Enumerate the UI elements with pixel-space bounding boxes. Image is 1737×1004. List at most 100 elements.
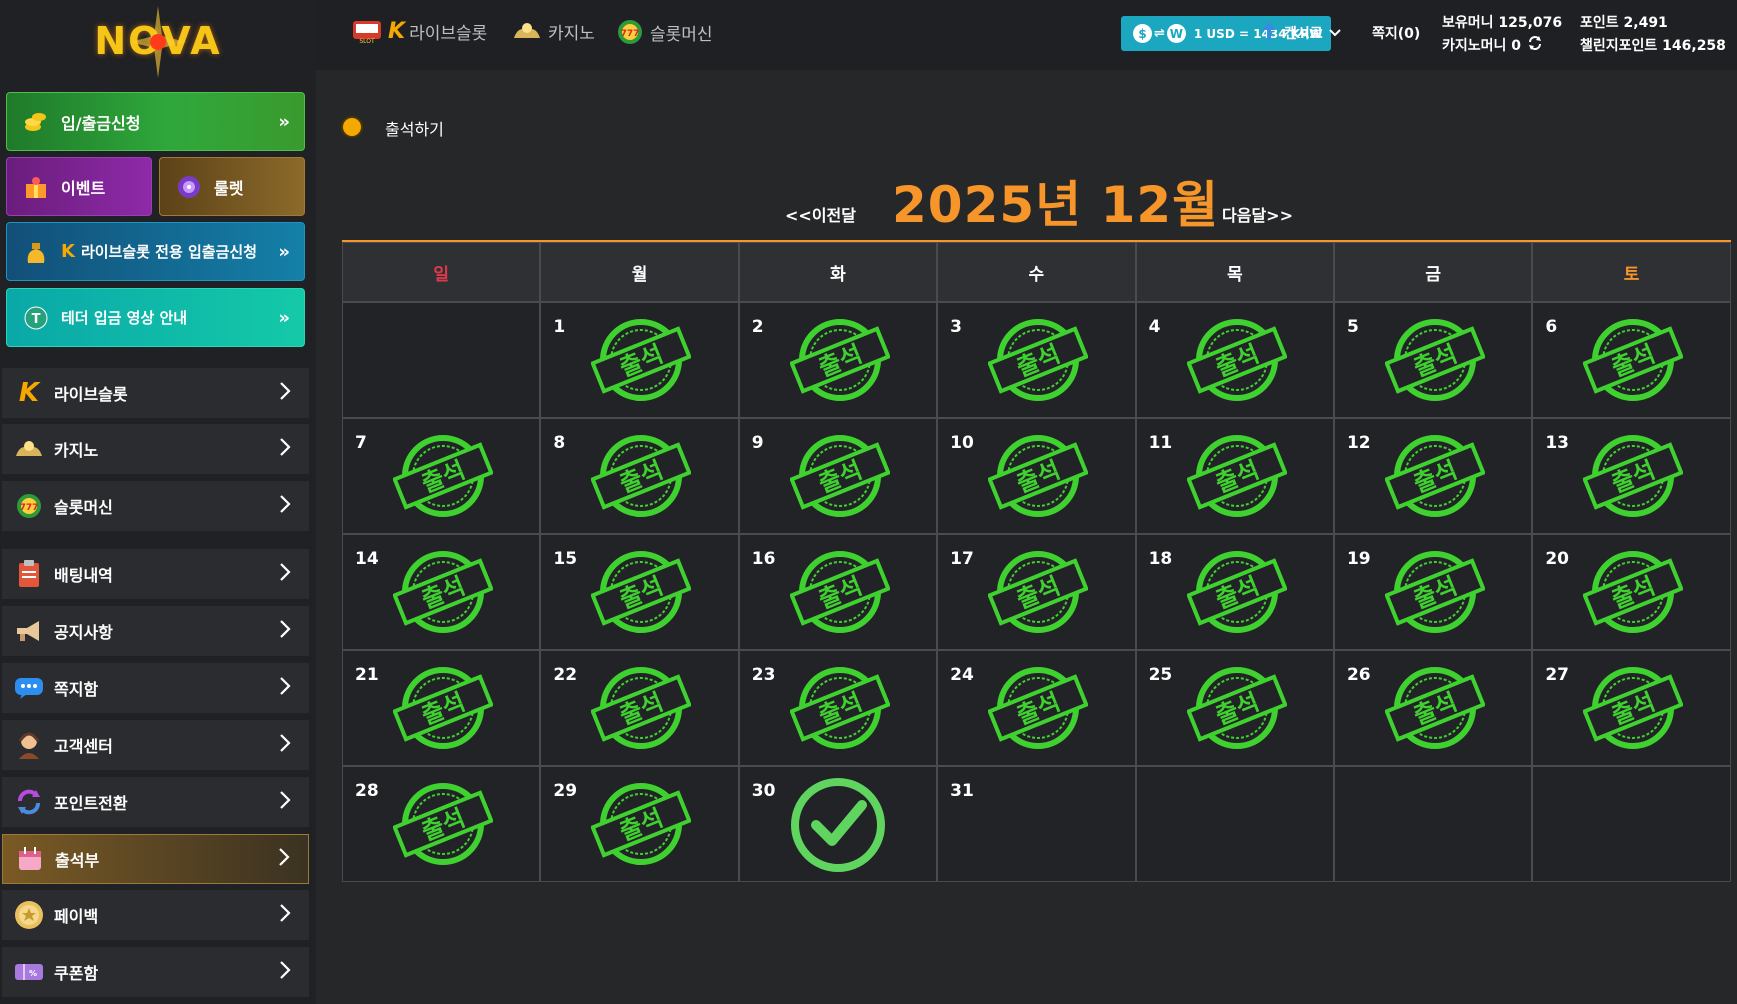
- day-number: 12: [1346, 433, 1371, 453]
- sidebar-item-messages[interactable]: 쪽지함: [2, 663, 309, 713]
- won-icon: W: [1166, 24, 1186, 43]
- svg-text:%: %: [29, 969, 37, 978]
- day-number: 1: [553, 317, 566, 337]
- day-number: 8: [553, 433, 566, 453]
- megaphone-icon: [12, 614, 46, 648]
- attendance-stamp-icon: 출석: [590, 315, 693, 409]
- calendar-grid: 일 월 화 수 목 금 토 1 출석 2 출석 3 출석 4 출석 5 출석 6 출석 7 출석 8 출석 9 출석 10 출석 11…: [342, 242, 1731, 882]
- calendar-day-cell: 25 출석: [1135, 650, 1334, 766]
- day-number: 4: [1148, 317, 1161, 337]
- attendance-stamp-icon: 출석: [392, 547, 494, 641]
- calendar-day-cell: 13 출석: [1532, 418, 1731, 534]
- sidebar-item-casino[interactable]: 카지노: [2, 424, 309, 474]
- event-button[interactable]: 이벤트: [6, 157, 152, 216]
- top-nav-liveslot[interactable]: SLOT K 라이브슬롯: [352, 18, 487, 44]
- casino-money: 카지노머니 0: [1442, 35, 1543, 55]
- tether-icon: T: [21, 303, 51, 333]
- attendance-stamp-icon: 출석: [987, 663, 1090, 757]
- calendar-day-cell: 23 출석: [738, 650, 938, 766]
- day-number: 18: [1148, 549, 1173, 569]
- attendance-stamp-icon: 출석: [788, 431, 891, 525]
- sidebar-item-coupon[interactable]: % 쿠폰함: [2, 947, 309, 997]
- user-menu[interactable]: 켄시로: [1262, 22, 1341, 44]
- day-number: 23: [751, 665, 776, 685]
- chat-icon: [12, 671, 46, 705]
- day-number: 27: [1545, 665, 1570, 685]
- calendar-day-cell: [1135, 766, 1334, 882]
- coin-icon: [12, 898, 46, 932]
- casino-icon: [512, 18, 542, 44]
- sidebar-item-slotmachine[interactable]: 777 슬롯머신: [2, 481, 309, 531]
- coins-icon: [21, 107, 51, 137]
- chevron-right-icon: [279, 903, 291, 927]
- attendance-stamp-icon: 출석: [1384, 431, 1486, 525]
- clipboard-icon: [12, 557, 46, 591]
- calendar-icon: [13, 842, 47, 876]
- event-label: 이벤트: [61, 178, 106, 198]
- day-number: 16: [751, 549, 776, 569]
- sidebar-item-attendance[interactable]: 출석부: [2, 834, 309, 884]
- attendance-stamp-icon: 출석: [1582, 431, 1685, 525]
- day-number: 19: [1346, 549, 1371, 569]
- attendance-stamp-icon: 출석: [987, 315, 1090, 409]
- slot-777-icon: 777: [12, 489, 46, 523]
- prev-month-link[interactable]: <<이전달: [785, 202, 856, 226]
- agent-icon: [12, 728, 46, 762]
- calendar-day-cell: 5 출석: [1333, 302, 1533, 418]
- attendance-stamp-icon: 출석: [1582, 547, 1685, 641]
- tether-guide-button[interactable]: T 테더 입금 영상 안내 »: [6, 288, 305, 347]
- svg-text:T: T: [32, 312, 41, 327]
- calendar-day-cell: 29 출석: [540, 766, 739, 882]
- month-title: 2025년 12월: [892, 176, 1220, 234]
- calendar-day-cell: 20 출석: [1532, 534, 1731, 650]
- double-chevron-icon: »: [278, 241, 290, 262]
- next-month-link[interactable]: 다음달>>: [1222, 202, 1293, 226]
- holding-money: 보유머니 125,076: [1442, 15, 1563, 31]
- svg-text:777: 777: [20, 503, 39, 513]
- calendar-day-cell: 26 출석: [1333, 650, 1533, 766]
- slot-machine-icon: SLOT: [352, 18, 382, 44]
- calendar-day-cell: 7 출석: [342, 418, 541, 534]
- sidebar-item-support[interactable]: 고객센터: [2, 720, 309, 770]
- top-nav-slotmachine[interactable]: 777 슬롯머신: [616, 18, 713, 46]
- check-icon: [788, 775, 888, 879]
- attendance-stamp-icon: 출석: [590, 547, 693, 641]
- sidebar-item-label: 라이브슬롯: [54, 385, 128, 404]
- attendance-stamp-icon: 출석: [1185, 431, 1288, 525]
- chevron-right-icon: [278, 847, 290, 871]
- top-nav-casino[interactable]: 카지노: [512, 18, 595, 44]
- day-number: 31: [950, 781, 974, 801]
- calendar-day-cell: 18 출석: [1135, 534, 1334, 650]
- day-number: 6: [1545, 317, 1558, 337]
- sidebar-item-payback[interactable]: 페이백: [2, 890, 309, 940]
- liveslot-deposit-button[interactable]: K 라이브슬롯 전용 입출금신청 »: [6, 222, 305, 281]
- attendance-stamp-icon: 출석: [1384, 547, 1486, 641]
- attendance-stamp-icon: 출석: [590, 431, 693, 525]
- calendar-day-cell: 4 출석: [1135, 302, 1334, 418]
- k-logo-icon: K: [61, 241, 75, 262]
- deposit-withdraw-button[interactable]: 입/출금신청 »: [6, 92, 305, 151]
- brand-logo[interactable]: NOVA: [78, 4, 238, 78]
- roulette-button[interactable]: 룰렛: [159, 157, 305, 216]
- sidebar-item-betting-history[interactable]: 배팅내역: [2, 549, 309, 599]
- user-rank-icon: [1262, 22, 1276, 44]
- sidebar-item-point-exchange[interactable]: 포인트전환: [2, 777, 309, 827]
- svg-text:777: 777: [621, 29, 640, 39]
- day-number: 24: [950, 665, 974, 685]
- attendance-stamp-icon: 출석: [1582, 315, 1685, 409]
- roulette-label: 룰렛: [214, 178, 244, 198]
- refresh-icon: [12, 785, 46, 819]
- top-bar: SLOT K 라이브슬롯 카지노 777 슬롯머신 $ ⇌ W 1 USD = …: [316, 0, 1737, 70]
- sidebar-item-liveslot[interactable]: K 라이브슬롯: [2, 368, 309, 418]
- day-number: 26: [1346, 665, 1371, 685]
- gift-icon: [21, 172, 51, 202]
- attendance-stamp-icon: 출석: [1384, 315, 1486, 409]
- refresh-icon[interactable]: [1527, 35, 1543, 55]
- sidebar-item-label: 쪽지함: [54, 680, 99, 699]
- calendar-day-cell: 27 출석: [1532, 650, 1731, 766]
- messages-link[interactable]: 쪽지(0): [1372, 23, 1420, 43]
- chevron-right-icon: [279, 960, 291, 984]
- sidebar-item-notice[interactable]: 공지사항: [2, 606, 309, 656]
- attendance-stamp-icon: 출석: [1582, 663, 1685, 757]
- section-bullet-icon: [343, 118, 361, 136]
